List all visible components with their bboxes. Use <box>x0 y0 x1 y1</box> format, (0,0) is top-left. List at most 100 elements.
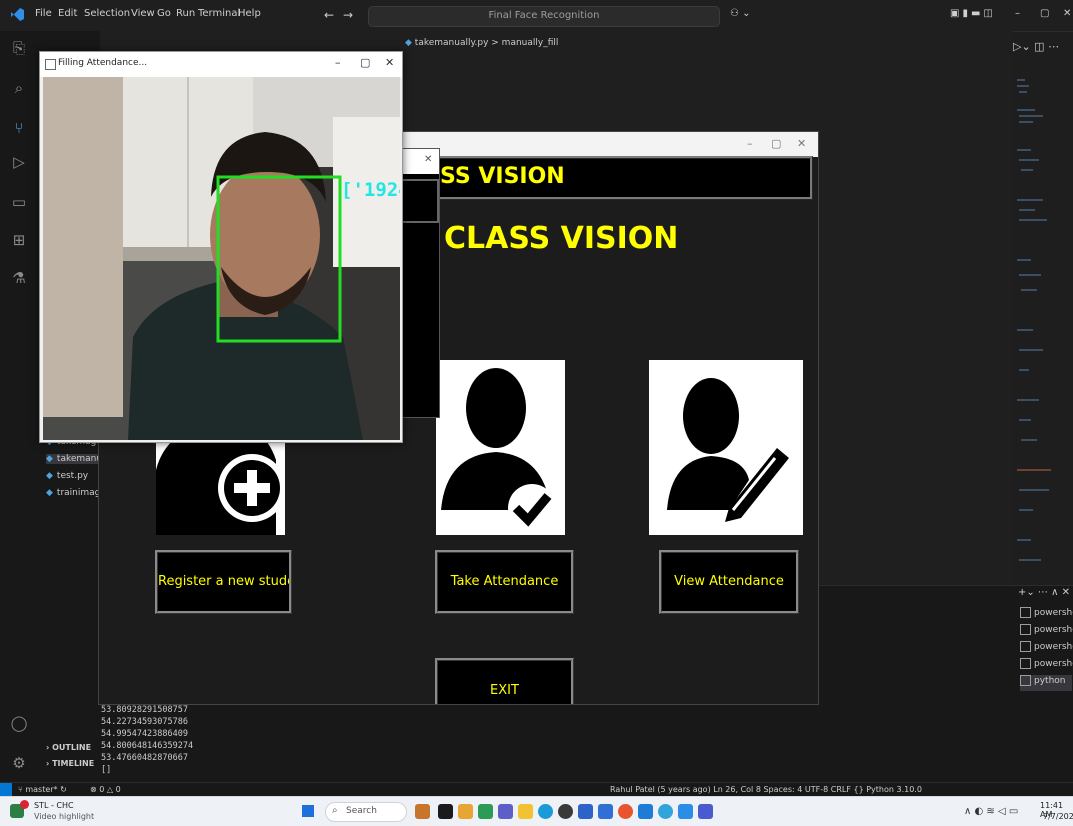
settings-gear-icon[interactable]: ⚙ <box>10 754 28 772</box>
menu-selection[interactable]: Selection <box>84 8 130 19</box>
taskbar-search-text: Search <box>346 806 377 816</box>
status-bar: ⑂ master* ↻ ⊗ 0 △ 0 Rahul Patel (5 years… <box>0 782 1073 797</box>
notification-badge <box>20 800 29 809</box>
window-app-icon <box>45 59 56 70</box>
vscode-titlebar: File Edit Selection View Go Run Terminal… <box>0 0 1073 32</box>
chrome-icon[interactable] <box>558 804 573 819</box>
terminal-output-line: 54.800648146359274 <box>101 741 194 751</box>
menu-run[interactable]: Run <box>176 8 195 19</box>
search-icon[interactable]: ⌕ <box>10 79 28 97</box>
branch-status[interactable]: ⑂ master* ↻ <box>18 785 67 794</box>
exit-button[interactable]: EXIT <box>435 658 574 704</box>
secondary-dialog-titlebar: ✕ <box>399 149 439 174</box>
extensions-icon[interactable]: ⊞ <box>10 231 28 249</box>
class-vision-heading: CLASS VISION <box>444 221 679 256</box>
taskbar-app-icon[interactable] <box>658 804 673 819</box>
activity-bar: ⎘ ⌕ ⑂ ▷ ▭ ⊞ ⚗ ◯ ⚙ <box>0 31 39 782</box>
terminal-output-line: [] <box>101 765 112 775</box>
terminal-output-line: 54.99547423886409 <box>101 729 188 739</box>
taskbar-search-box[interactable]: ⌕ Search <box>325 802 407 822</box>
file-explorer-icon[interactable] <box>518 804 533 819</box>
teams-icon[interactable] <box>498 804 513 819</box>
terminal-tab-powershell-2[interactable]: powershell <box>1020 624 1073 640</box>
cv-maximize-icon[interactable]: ▢ <box>771 137 781 150</box>
command-search-box[interactable]: Final Face Recognition <box>368 6 720 27</box>
menu-terminal[interactable]: Terminal <box>198 8 240 19</box>
menu-go[interactable]: Go <box>157 8 171 19</box>
clock-date[interactable]: 7/7/2025 <box>1043 812 1073 821</box>
explorer-icon[interactable]: ⎘ <box>10 39 28 57</box>
menu-edit[interactable]: Edit <box>58 8 77 19</box>
filling-attendance-title: Filling Attendance... <box>58 58 148 68</box>
terminal-output-line: 53.47660482870667 <box>101 753 188 763</box>
taskbar-app-icon[interactable] <box>618 804 633 819</box>
fa-close-icon[interactable]: ✕ <box>385 56 394 69</box>
taskbar-app-icon[interactable] <box>438 804 453 819</box>
back-arrow-icon[interactable]: ← <box>324 8 334 22</box>
start-windows-icon[interactable] <box>302 805 314 817</box>
secondary-dialog: ✕ <box>398 148 440 418</box>
vscode-taskbar-icon[interactable] <box>678 804 693 819</box>
taskbar-app-icon[interactable] <box>578 804 593 819</box>
terminal-output-line: 54.22734593075786 <box>101 717 188 727</box>
edge-icon[interactable] <box>538 804 553 819</box>
taskbar-app-icon[interactable] <box>458 804 473 819</box>
taskbar-app-icon[interactable] <box>598 804 613 819</box>
take-attendance-button[interactable]: Take Attendance <box>435 550 574 614</box>
remote-explorer-icon[interactable]: ▭ <box>10 193 28 211</box>
run-debug-icon[interactable]: ▷ <box>10 153 28 171</box>
menu-help[interactable]: Help <box>238 8 261 19</box>
forward-arrow-icon[interactable]: → <box>343 8 353 22</box>
terminal-output-line: 53.80928291508757 <box>101 705 188 715</box>
minimize-icon[interactable]: – <box>1015 8 1020 19</box>
recognized-id-label: ['19242 <box>341 179 400 201</box>
terminal-tab-powershell-4[interactable]: powershell <box>1020 658 1073 674</box>
testing-icon[interactable]: ⚗ <box>10 269 28 287</box>
store-icon[interactable] <box>638 804 653 819</box>
notification-subtitle: Video highlight <box>34 812 95 821</box>
view-attendance-image <box>649 360 803 535</box>
terminal-tab-powershell-3[interactable]: powershell <box>1020 641 1073 657</box>
fa-minimize-icon[interactable]: – <box>335 56 341 69</box>
notification-title: STL - CHC <box>34 801 74 810</box>
secondary-close-icon[interactable]: ✕ <box>424 154 432 165</box>
file-item-takemanually[interactable]: ◆ takemanually <box>46 454 118 464</box>
filling-attendance-window: Filling Attendance... – ▢ ✕ ['192 <box>39 51 403 443</box>
menu-file[interactable]: File <box>35 8 52 19</box>
system-tray-icons[interactable]: ∧ ◐ ≋ ◁ ▭ <box>964 806 1018 817</box>
fa-maximize-icon[interactable]: ▢ <box>360 56 370 69</box>
vscode-logo-icon <box>11 8 24 21</box>
minimap[interactable] <box>1013 70 1053 590</box>
file-item-test[interactable]: ◆ test.py <box>46 471 88 481</box>
windows-taskbar: STL - CHC Video highlight ⌕ Search ∧ ◐ ≋… <box>0 796 1073 826</box>
register-student-button[interactable]: Register a new student <box>155 550 292 614</box>
terminal-tab-python[interactable]: python <box>1020 675 1072 691</box>
cv-minimize-icon[interactable]: – <box>747 137 753 150</box>
maximize-icon[interactable]: ▢ <box>1040 8 1049 19</box>
banner-text: SS VISION <box>440 164 565 189</box>
remote-indicator-icon[interactable] <box>0 783 12 797</box>
timeline-section[interactable]: › TIMELINE <box>46 759 94 768</box>
problems-status[interactable]: ⊗ 0 △ 0 <box>90 785 121 794</box>
layout-controls-icon[interactable]: ▣▮▬◫ <box>950 8 996 19</box>
command-search-text: Final Face Recognition <box>488 10 600 21</box>
account-icon[interactable]: ◯ <box>10 714 28 732</box>
taskbar-app-icon[interactable] <box>415 804 430 819</box>
take-attendance-image <box>436 360 565 535</box>
menu-view[interactable]: View <box>131 8 155 19</box>
close-icon[interactable]: ✕ <box>1063 8 1071 19</box>
terminal-tab-powershell-1[interactable]: powershell <box>1020 607 1073 623</box>
secondary-dialog-input[interactable] <box>399 179 439 223</box>
breadcrumb[interactable]: ◆ takemanually.py > manually_fill <box>405 38 558 48</box>
cv-close-icon[interactable]: ✕ <box>797 137 806 150</box>
taskbar-app-icon[interactable] <box>478 804 493 819</box>
terminal-actions[interactable]: +⌄ ⋯ ∧ ✕ <box>1018 587 1070 598</box>
copilot-icon[interactable]: ⚇ ⌄ <box>730 8 751 19</box>
taskbar-app-icon[interactable] <box>698 804 713 819</box>
editor-actions[interactable]: ▷⌄ ◫ ⋯ <box>1013 40 1059 53</box>
view-attendance-button[interactable]: View Attendance <box>659 550 799 614</box>
source-control-icon[interactable]: ⑂ <box>10 119 28 137</box>
outline-section[interactable]: › OUTLINE <box>46 743 91 752</box>
status-right-items[interactable]: Rahul Patel (5 years ago) Ln 26, Col 8 S… <box>610 785 922 794</box>
class-vision-banner: SS VISION <box>433 156 813 200</box>
